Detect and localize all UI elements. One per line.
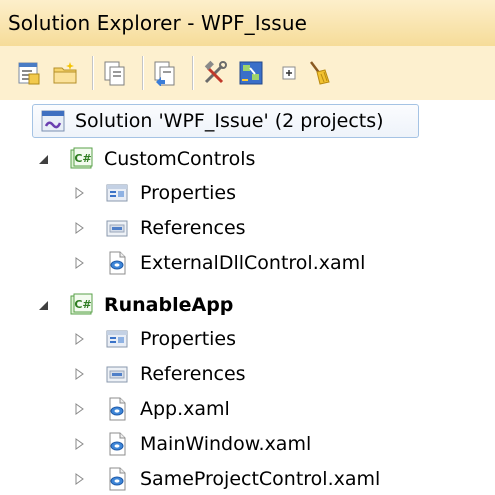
collapsed-arrow-icon[interactable] <box>72 186 86 200</box>
expanded-arrow-icon[interactable] <box>37 299 51 313</box>
collapsed-arrow-icon[interactable] <box>72 221 86 235</box>
csharp-project-icon: C# <box>70 293 94 317</box>
references-folder-icon <box>105 216 129 240</box>
tree-item-label: References <box>140 217 246 239</box>
xaml-file-icon <box>105 432 129 456</box>
broom-icon[interactable] <box>306 60 332 86</box>
xaml-file-icon <box>105 467 129 491</box>
solution-tree: Solution 'WPF_Issue' (2 projects) C# Cus… <box>0 100 495 491</box>
xaml-file-icon <box>105 397 129 421</box>
tree-item-label: SameProjectControl.xaml <box>140 468 381 490</box>
tree-item-label: Properties <box>140 328 237 350</box>
expanded-arrow-icon[interactable] <box>37 153 51 167</box>
title-bar: Solution Explorer - WPF_Issue <box>0 0 495 46</box>
collapse-all-icon[interactable] <box>276 60 302 86</box>
class-diagram-icon[interactable] <box>238 60 264 86</box>
tree-item-label: Properties <box>140 182 237 204</box>
collapsed-arrow-icon[interactable] <box>72 437 86 451</box>
svg-text:C#: C# <box>74 298 91 311</box>
project-label: RunableApp <box>104 294 234 316</box>
solution-node[interactable]: Solution 'WPF_Issue' (2 projects) <box>32 104 419 138</box>
collapsed-arrow-icon[interactable] <box>72 256 86 270</box>
refresh-icon[interactable] <box>152 60 178 87</box>
new-folder-icon[interactable] <box>52 60 78 86</box>
svg-text:C#: C# <box>74 152 91 165</box>
properties-folder-icon <box>105 327 129 351</box>
collapsed-arrow-icon[interactable] <box>72 472 86 486</box>
collapsed-arrow-icon[interactable] <box>72 332 86 346</box>
tree-item-label: MainWindow.xaml <box>140 433 312 455</box>
solution-label: Solution 'WPF_Issue' (2 projects) <box>75 110 384 132</box>
collapsed-arrow-icon[interactable] <box>72 402 86 416</box>
xaml-file-icon <box>105 251 129 275</box>
csharp-project-icon: C# <box>70 147 94 171</box>
window-title: Solution Explorer - WPF_Issue <box>8 11 307 35</box>
tree-item-label: References <box>140 363 246 385</box>
properties-folder-icon <box>105 181 129 205</box>
project-label: CustomControls <box>104 148 256 170</box>
toolbar <box>0 46 495 100</box>
tree-item-label: App.xaml <box>140 398 230 420</box>
wrench-hammer-icon[interactable] <box>202 60 228 86</box>
references-folder-icon <box>105 362 129 386</box>
show-all-files-icon[interactable] <box>102 60 128 86</box>
solution-icon <box>41 109 65 133</box>
tree-item-label: ExternalDllControl.xaml <box>140 252 366 274</box>
properties-window-icon[interactable] <box>16 60 42 86</box>
collapsed-arrow-icon[interactable] <box>72 367 86 381</box>
